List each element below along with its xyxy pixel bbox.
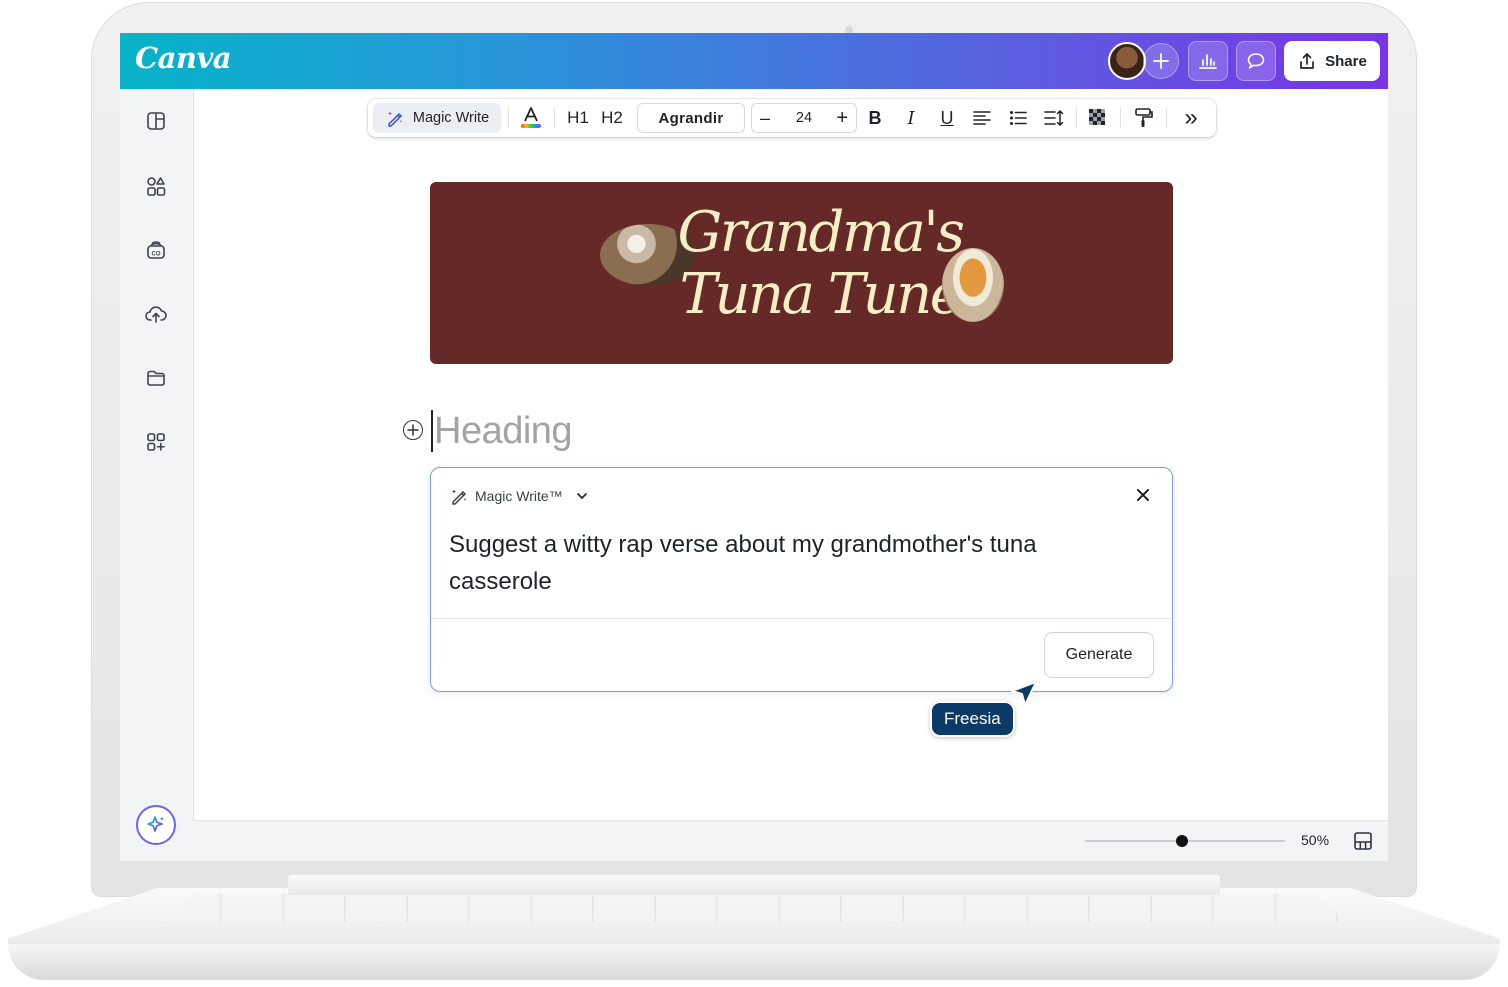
text-toolbar: Magic Write H1 H2 Agrandir – 24 + B I U (368, 99, 1216, 137)
heading-placeholder[interactable]: Heading (434, 407, 573, 455)
avatar[interactable] (1108, 42, 1146, 80)
analytics-button[interactable] (1188, 41, 1228, 81)
page-layout-icon[interactable] (1353, 831, 1373, 851)
magic-pen-icon (452, 489, 467, 505)
list-button[interactable] (1002, 99, 1034, 137)
elements-icon[interactable] (144, 174, 168, 198)
design-panel-icon[interactable] (144, 109, 168, 133)
more-options-button[interactable]: » (1174, 99, 1208, 137)
zoom-slider-handle[interactable] (1176, 835, 1188, 847)
close-button[interactable] (1132, 484, 1154, 506)
text-cursor (431, 410, 433, 452)
toolbar-divider (508, 108, 509, 128)
transparency-button[interactable] (1082, 99, 1114, 137)
collaborator-cursor-icon (1011, 681, 1037, 706)
line-spacing-icon (1044, 110, 1064, 126)
share-icon (1300, 53, 1314, 69)
heading-2-button[interactable]: H2 (596, 99, 628, 137)
magic-write-title: Magic Write™ (475, 488, 563, 504)
svg-text:CO: CO (152, 252, 161, 258)
banner-title[interactable]: Grandma's Tuna Tune (430, 202, 1173, 326)
analytics-icon (1199, 54, 1217, 69)
generate-button[interactable]: Generate (1044, 632, 1154, 678)
toolbar-divider (1120, 108, 1121, 128)
add-block-button[interactable] (403, 420, 423, 440)
font-size-stepper: – 24 + (751, 103, 857, 133)
copy-style-button[interactable] (1128, 99, 1160, 137)
keyboard (160, 894, 1348, 922)
banner-title-line-2: Tuna Tune (679, 262, 963, 327)
banner-title-line-1: Grandma's (677, 200, 965, 265)
underline-button[interactable]: U (932, 99, 962, 137)
font-family-select[interactable]: Agrandir (637, 103, 745, 133)
paint-roller-icon (1135, 108, 1153, 127)
transparency-icon (1089, 109, 1105, 125)
text-color-button[interactable] (516, 99, 546, 137)
toolbar-divider (554, 108, 555, 128)
brand-icon[interactable]: CO (144, 238, 168, 262)
canva-logo[interactable]: Canva (135, 41, 232, 75)
text-color-icon (521, 107, 541, 128)
panel-divider (431, 618, 1171, 619)
bold-button[interactable]: B (860, 99, 890, 137)
screen: Canva Share CO Magic Write H1 H2 Agrandi… (120, 33, 1388, 861)
zoom-level[interactable]: 50% (1301, 832, 1329, 848)
magic-write-panel: Magic Write™ Suggest a witty rap verse a… (430, 467, 1173, 692)
plus-icon (407, 424, 419, 436)
close-icon (1137, 489, 1149, 501)
share-label: Share (1325, 52, 1367, 70)
toolbar-divider (1076, 108, 1077, 128)
plus-icon (1153, 53, 1169, 69)
increase-font-size-button[interactable]: + (836, 107, 848, 130)
sidebar: CO (120, 89, 192, 861)
font-size-value[interactable]: 24 (796, 110, 812, 126)
collaborator-name-tag: Freesia (930, 701, 1015, 737)
casserole-photo[interactable] (942, 248, 1004, 322)
magic-write-label: Magic Write (412, 110, 490, 126)
spacing-button[interactable] (1038, 99, 1070, 137)
sparkle-icon (147, 816, 165, 832)
editor-canvas[interactable]: Magic Write H1 H2 Agrandir – 24 + B I U (193, 89, 1388, 821)
add-collaborator-button[interactable] (1143, 43, 1179, 79)
align-left-icon (973, 111, 991, 125)
projects-icon[interactable] (144, 366, 168, 390)
laptop-base-edge (8, 944, 1500, 980)
magic-write-button[interactable]: Magic Write (373, 103, 501, 133)
bullet-list-icon (1010, 111, 1027, 125)
chevron-down-icon (576, 493, 587, 499)
apps-icon[interactable] (144, 430, 168, 454)
magic-pen-icon (387, 111, 403, 127)
comment-icon (1247, 53, 1265, 70)
title-banner[interactable]: Grandma's Tuna Tune (430, 182, 1173, 364)
toolbar-divider (1166, 108, 1167, 128)
magic-write-dropdown[interactable]: Magic Write™ (449, 486, 589, 506)
comment-button[interactable] (1236, 41, 1276, 81)
align-button[interactable] (966, 99, 998, 137)
heading-1-button[interactable]: H1 (562, 99, 594, 137)
magic-assistant-button[interactable] (136, 805, 176, 845)
decrease-font-size-button[interactable]: – (760, 108, 770, 129)
prompt-input[interactable]: Suggest a witty rap verse about my grand… (449, 526, 1139, 600)
italic-button[interactable]: I (896, 99, 926, 137)
top-bar: Canva Share (120, 33, 1388, 89)
laptop-hinge (288, 875, 1220, 895)
share-button[interactable]: Share (1284, 41, 1380, 81)
uploads-icon[interactable] (144, 302, 168, 326)
